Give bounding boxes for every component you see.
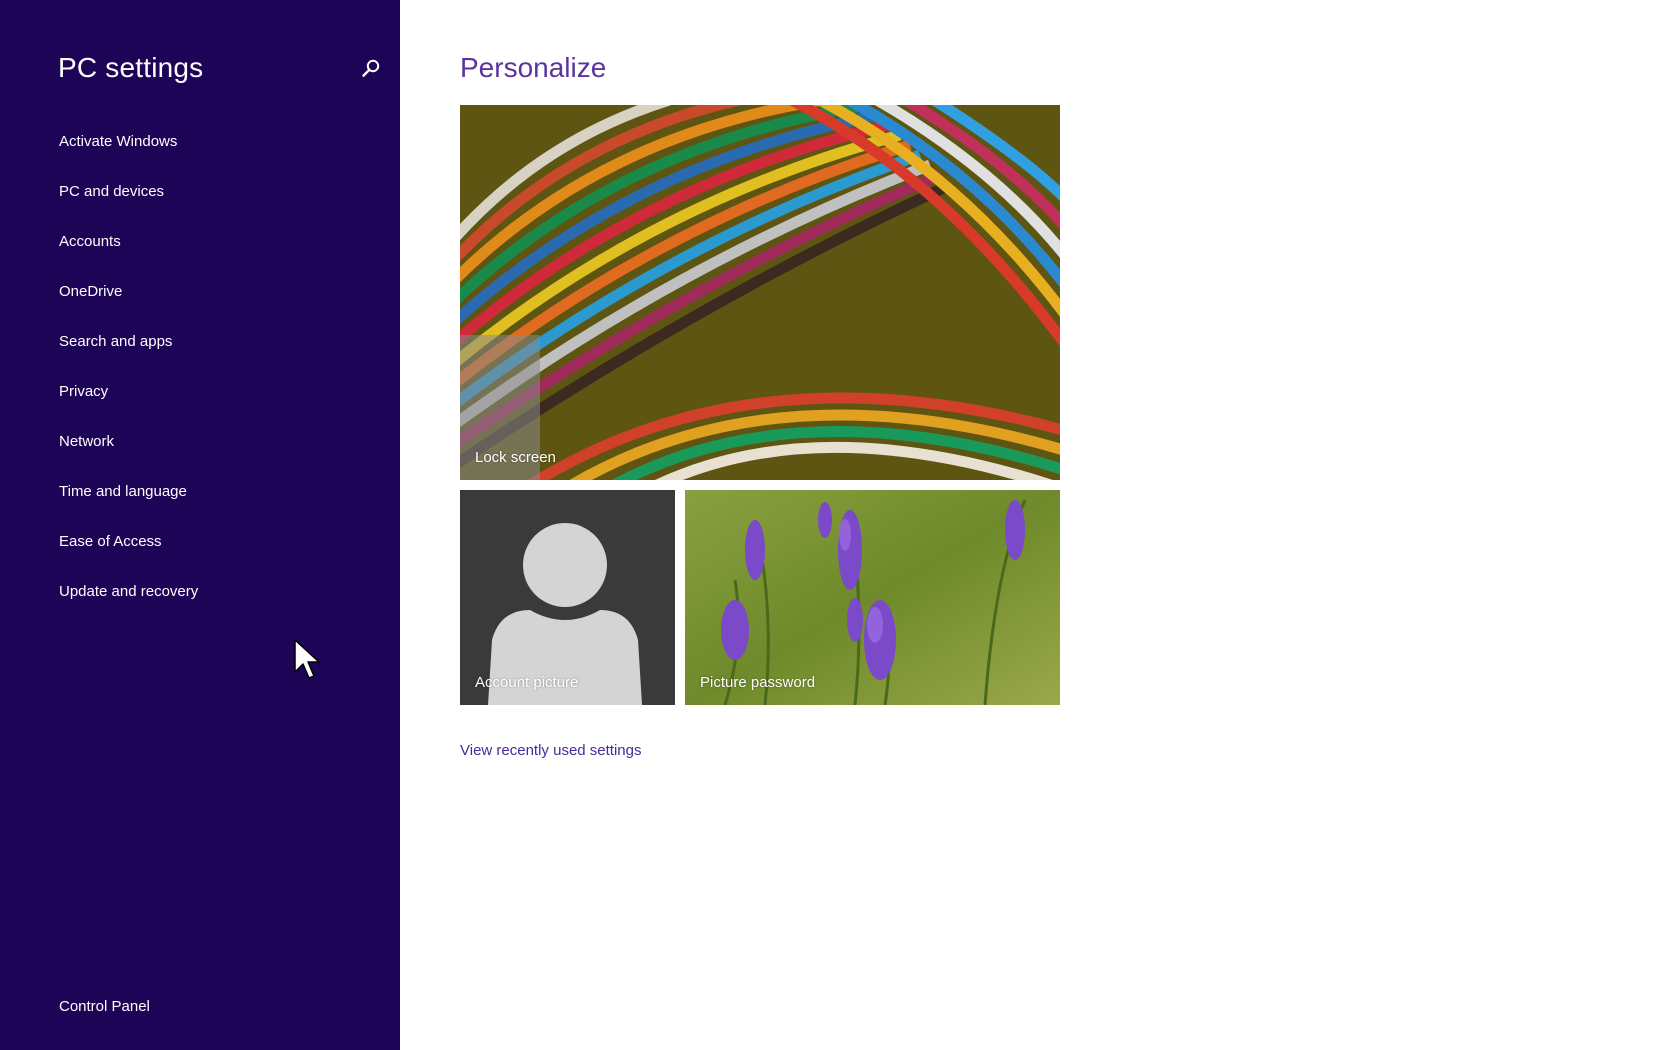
sidebar-item-privacy[interactable]: Privacy	[59, 381, 198, 431]
picture-password-image	[685, 490, 1060, 705]
sidebar-item-network[interactable]: Network	[59, 431, 198, 481]
sidebar-item-search-and-apps[interactable]: Search and apps	[59, 331, 198, 381]
sidebar-item-onedrive[interactable]: OneDrive	[59, 281, 198, 331]
user-silhouette-icon	[460, 490, 675, 705]
lock-screen-tile[interactable]: Lock screen	[460, 105, 1060, 480]
sidebar-item-activate-windows[interactable]: Activate Windows	[59, 131, 198, 181]
picture-password-label: Picture password	[700, 674, 816, 691]
lock-screen-image	[460, 105, 1060, 480]
sidebar: PC settings Activate Windows PC and devi…	[0, 0, 400, 1050]
search-icon	[362, 59, 380, 77]
mouse-cursor-icon	[294, 639, 320, 679]
picture-password-tile[interactable]: Picture password	[685, 490, 1060, 705]
search-button[interactable]	[360, 58, 382, 80]
page-title: Personalize	[460, 52, 607, 83]
account-picture-label: Account picture	[475, 674, 579, 691]
control-panel-link[interactable]: Control Panel	[59, 998, 150, 1015]
sidebar-item-pc-and-devices[interactable]: PC and devices	[59, 181, 198, 231]
sidebar-item-update-and-recovery[interactable]: Update and recovery	[59, 581, 198, 631]
lock-screen-label: Lock screen	[475, 449, 556, 466]
sidebar-nav: Activate Windows PC and devices Accounts…	[59, 131, 198, 631]
sidebar-item-accounts[interactable]: Accounts	[59, 231, 198, 281]
sidebar-title: PC settings	[58, 52, 204, 83]
view-recent-settings-link[interactable]: View recently used settings	[460, 742, 642, 759]
sidebar-item-time-and-language[interactable]: Time and language	[59, 481, 198, 531]
account-picture-tile[interactable]: Account picture	[460, 490, 675, 705]
sidebar-item-ease-of-access[interactable]: Ease of Access	[59, 531, 198, 581]
